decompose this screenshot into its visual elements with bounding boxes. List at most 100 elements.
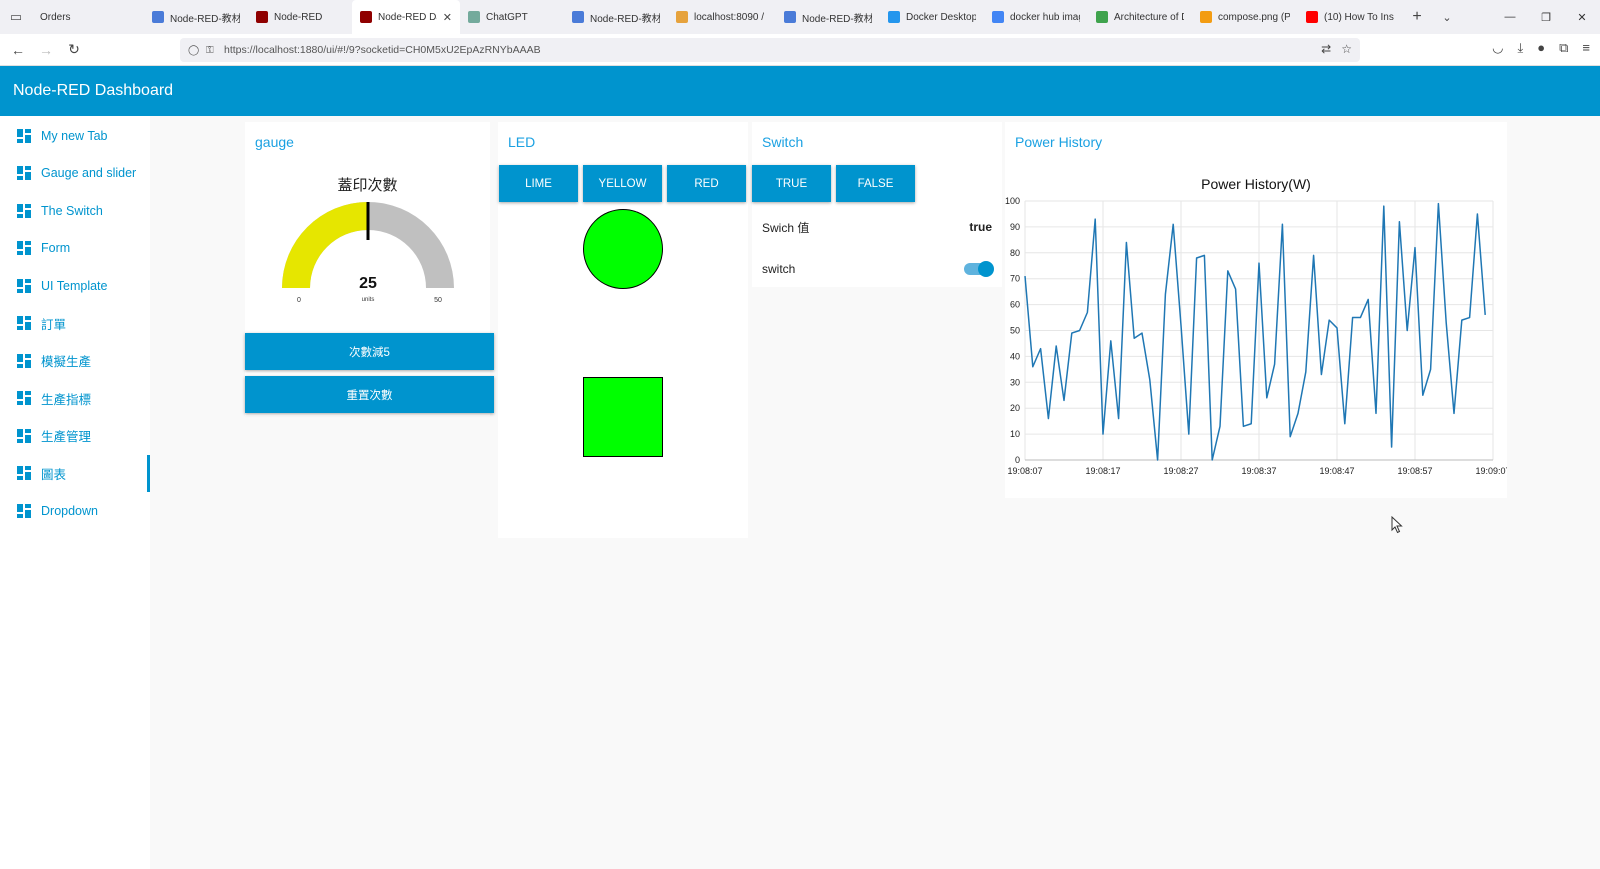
tab-overview-icon[interactable]: ▭ [0, 0, 32, 34]
tab-label: compose.png (P [1218, 11, 1290, 23]
tab-favicon-icon [1096, 11, 1108, 23]
dashboard-icon [17, 391, 31, 406]
chart-y-tick-label: 40 [1010, 351, 1020, 361]
sidebar-item[interactable]: 訂單 [0, 305, 150, 343]
dashboard-icon [17, 466, 31, 481]
sidebar-item-label: Form [41, 241, 71, 256]
downloads-icon[interactable]: ⤓ [1518, 40, 1524, 56]
close-window-icon[interactable]: ✕ [1564, 0, 1600, 34]
tab-label: docker hub imag [1010, 11, 1080, 23]
browser-tab[interactable]: localhost:8090 / [668, 0, 776, 34]
chart-series-line [1024, 202, 1486, 461]
extensions-icon[interactable]: ⧉ [1559, 40, 1568, 56]
pocket-icon[interactable]: ◡ [1492, 40, 1503, 56]
sidebar-item-label: 生產指標 [41, 392, 92, 407]
back-icon[interactable]: ← [4, 42, 32, 58]
sidebar-item[interactable]: The Switch [0, 192, 150, 230]
sidebar-item-label: 生產管理 [41, 430, 92, 445]
sidebar-item[interactable]: My new Tab [0, 117, 150, 155]
switch-toggle-knob[interactable] [978, 261, 994, 277]
sidebar-item[interactable]: UI Template [0, 267, 150, 305]
restore-icon[interactable]: ❐ [1528, 0, 1564, 34]
tab-close-icon[interactable]: ✕ [443, 11, 452, 24]
true-button[interactable]: TRUE [752, 165, 831, 202]
decrease-count-button[interactable]: 次數減5 [245, 333, 494, 370]
chart-y-tick-label: 10 [1010, 429, 1020, 439]
switch-toggle[interactable] [964, 261, 994, 277]
chart-y-tick-label: 60 [1010, 300, 1020, 310]
sidebar-item[interactable]: 生產指標 [0, 380, 150, 418]
forward-icon[interactable]: → [32, 42, 60, 58]
led-indicator-square [583, 377, 663, 457]
browser-tab[interactable]: Node-RED-教材- [564, 0, 668, 34]
gauge-label: 蓋印次數 [337, 177, 398, 194]
sidebar-item-label: 訂單 [41, 317, 67, 332]
sidebar-item[interactable]: 模擬生產 [0, 342, 150, 380]
gauge-fill [282, 202, 368, 288]
sidebar-item[interactable]: Gauge and slider [0, 155, 150, 193]
dashboard-icon [17, 353, 31, 368]
tab-favicon-icon [1200, 11, 1212, 23]
gauge-svg: 25 units 0 50 [282, 202, 454, 304]
sidebar-item[interactable]: Dropdown [0, 492, 150, 530]
account-icon[interactable]: ● [1537, 40, 1545, 56]
browser-tab[interactable]: Orders [32, 0, 144, 34]
lock-icon[interactable]: ⚿ [206, 45, 220, 56]
power-history-chart: 0 10 20 30 40 50 60 70 80 90 100 19:08:07 19:08:17 19… [1005, 176, 1507, 476]
translate-icon[interactable]: ⇄ [1321, 42, 1331, 56]
dashboard-icon [17, 428, 31, 443]
menu-icon[interactable]: ≡ [1582, 40, 1590, 56]
browser-tab[interactable]: Node-RED Da ✕ [352, 0, 460, 34]
reset-count-button[interactable]: 重置次數 [245, 376, 494, 413]
chart-x-tick-label: 19:08:37 [1241, 466, 1276, 476]
tab-label: Docker Desktop [906, 11, 976, 23]
sidebar-item-label: The Switch [41, 203, 103, 218]
switch-value: true [969, 220, 992, 234]
browser-tab[interactable]: Node-RED-教材- [144, 0, 248, 34]
chart-x-tick-label: 19:09:07 [1475, 466, 1507, 476]
led-indicator-circle [583, 209, 663, 289]
browser-tab[interactable]: Docker Desktop [880, 0, 984, 34]
lime-button[interactable]: LIME [499, 165, 578, 202]
switch-group: Switch TRUE FALSE Swich 值 true switch [752, 122, 1002, 287]
yellow-button[interactable]: YELLOW [583, 165, 662, 202]
red-button[interactable]: RED [667, 165, 746, 202]
tab-list-chevron-icon[interactable]: ⌄ [1432, 11, 1462, 24]
chart-x-tick-label: 19:08:07 [1007, 466, 1042, 476]
chart-x-tick-label: 19:08:27 [1163, 466, 1198, 476]
url-bar[interactable]: ◯ ⚿ https://localhost:1880/ui/#!/9?socke… [180, 38, 1360, 62]
bookmark-star-icon[interactable]: ☆ [1341, 42, 1352, 56]
sidebar-item[interactable]: 圖表 [0, 454, 150, 493]
dashboard-icon [17, 203, 31, 218]
browser-tab[interactable]: Architecture of D [1088, 0, 1192, 34]
tab-label: (10) How To Insta [1324, 11, 1394, 23]
switch-label: switch [762, 262, 796, 276]
browser-tab[interactable]: compose.png (P [1192, 0, 1298, 34]
chart-x-tick-label: 19:08:17 [1085, 466, 1120, 476]
sidebar-item-label: Gauge and slider [41, 166, 137, 181]
reload-icon[interactable]: ↻ [60, 41, 88, 58]
sidebar-item[interactable]: Form [0, 230, 150, 268]
new-tab-icon[interactable]: + [1402, 8, 1432, 26]
tab-favicon-icon [1306, 11, 1318, 23]
tab-favicon-icon [992, 11, 1004, 23]
chart-title: Power History(W) [1201, 176, 1311, 192]
shield-icon[interactable]: ◯ [188, 45, 202, 56]
toolbar-right: ◡ ⤓ ● ⧉ ≡ [1492, 40, 1590, 56]
chart-y-tick-label: 0 [1015, 455, 1020, 465]
browser-tab[interactable]: docker hub imag [984, 0, 1088, 34]
false-button[interactable]: FALSE [836, 165, 915, 202]
sidebar-item[interactable]: 生產管理 [0, 417, 150, 455]
minimize-icon[interactable]: — [1492, 0, 1528, 34]
browser-tab[interactable]: (10) How To Insta [1298, 0, 1402, 34]
browser-tab[interactable]: Node-RED [248, 0, 352, 34]
chart-y-tick-label: 80 [1010, 248, 1020, 258]
sidebar-item-label: 模擬生產 [41, 355, 92, 370]
tab-label: localhost:8090 / [694, 11, 765, 23]
gauge-value: 25 [359, 275, 377, 292]
browser-tab-strip: ▭ Orders Node-RED-教材- Node-RED Node-RED Da ✕… [0, 0, 1600, 34]
switch-row[interactable]: switch [762, 259, 994, 279]
browser-tab[interactable]: Node-RED-教材- [776, 0, 880, 34]
browser-tab[interactable]: ChatGPT [460, 0, 564, 34]
dashboard-icon [17, 128, 31, 143]
